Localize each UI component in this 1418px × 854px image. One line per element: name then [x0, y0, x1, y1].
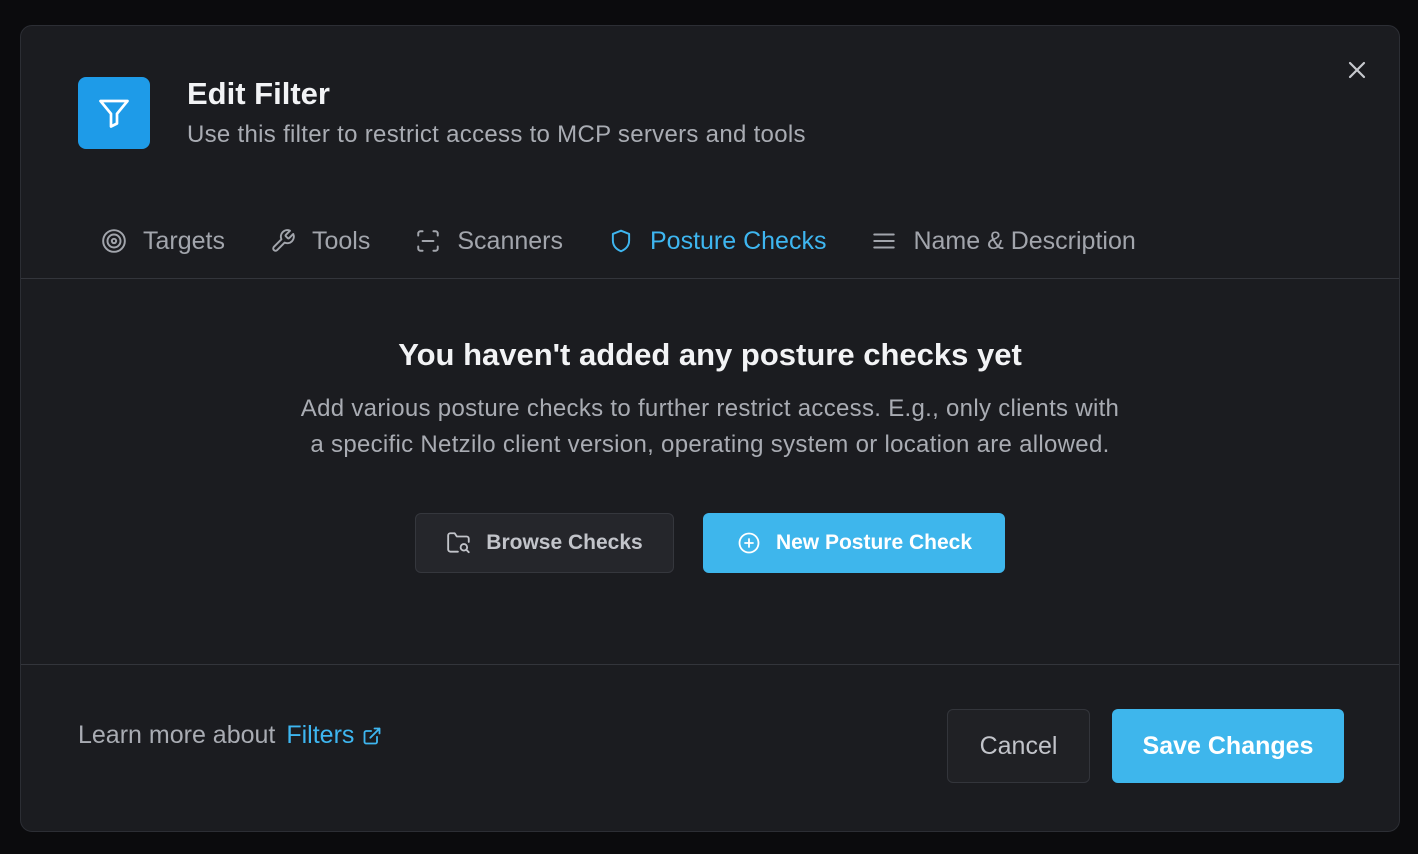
close-button[interactable]: [1345, 58, 1369, 82]
shield-icon: [608, 228, 634, 254]
scan-icon: [415, 228, 441, 254]
dialog-header: Edit Filter Use this filter to restrict …: [78, 77, 806, 149]
dialog-title: Edit Filter: [187, 76, 330, 111]
tab-label: Targets: [143, 226, 225, 255]
new-posture-check-button[interactable]: New Posture Check: [703, 513, 1005, 573]
menu-lines-icon: [871, 228, 897, 254]
folder-search-icon: [446, 530, 472, 556]
close-icon: [1348, 61, 1366, 79]
empty-state: You haven't added any posture checks yet…: [21, 280, 1399, 665]
tab-label: Posture Checks: [649, 226, 827, 255]
empty-state-description: Add various posture checks to further re…: [300, 395, 1120, 458]
tab-bar: Targets Tools Scanners Posture Checks Na…: [21, 221, 1399, 279]
learn-more: Learn more about Filters: [78, 721, 382, 750]
tab-scanners[interactable]: Scanners: [415, 221, 563, 261]
filters-link[interactable]: Filters: [286, 721, 382, 750]
tab-targets[interactable]: Targets: [101, 221, 225, 261]
browse-checks-button[interactable]: Browse Checks: [415, 513, 674, 573]
plus-circle-icon: [736, 530, 762, 556]
learn-more-text: Learn more about: [78, 721, 276, 749]
filters-link-label: Filters: [286, 721, 355, 749]
browse-checks-label: Browse Checks: [486, 531, 643, 554]
tab-posture-checks[interactable]: Posture Checks: [608, 221, 826, 261]
target-icon: [101, 228, 127, 254]
external-link-icon: [362, 726, 382, 746]
tab-label: Name & Description: [913, 226, 1136, 255]
tab-tools[interactable]: Tools: [270, 221, 370, 261]
edit-filter-dialog: Edit Filter Use this filter to restrict …: [20, 25, 1400, 832]
dialog-subtitle: Use this filter to restrict access to MC…: [187, 121, 806, 148]
cancel-button[interactable]: Cancel: [947, 709, 1090, 783]
dialog-footer: Learn more about Filters Cancel Save Cha…: [21, 666, 1399, 831]
tab-label: Tools: [311, 226, 371, 255]
new-posture-check-label: New Posture Check: [775, 531, 973, 554]
wrench-icon: [270, 228, 296, 254]
filter-icon: [78, 77, 150, 149]
save-changes-button[interactable]: Save Changes: [1112, 709, 1344, 783]
tab-name-description[interactable]: Name & Description: [871, 221, 1136, 261]
tab-label: Scanners: [457, 226, 563, 255]
empty-state-title: You haven't added any posture checks yet: [398, 337, 1022, 372]
